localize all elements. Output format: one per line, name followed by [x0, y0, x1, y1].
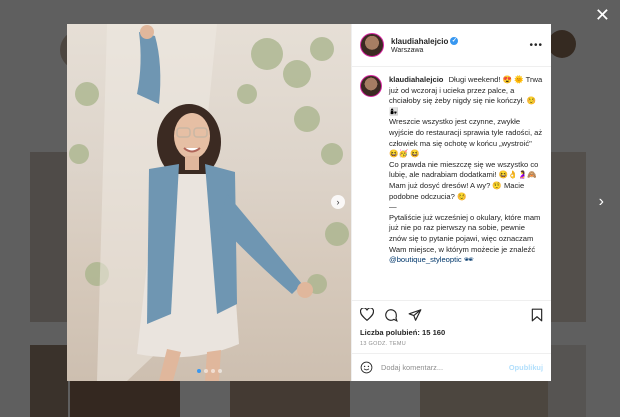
- caption-mention-link[interactable]: @boutique_styleoptic 🕶: [389, 255, 543, 266]
- caption-username[interactable]: klaudiahalejcio: [389, 75, 443, 84]
- close-icon[interactable]: ✕: [595, 6, 610, 24]
- next-post-arrow-icon[interactable]: ›: [599, 193, 604, 211]
- post-location[interactable]: Warszawa: [391, 47, 529, 54]
- author-username[interactable]: klaudiahalejcio: [391, 37, 448, 46]
- post-header: klaudiahalejcio ✓ Warszawa •••: [352, 24, 551, 67]
- carousel-dot: [211, 369, 215, 373]
- caption-divider: —: [389, 202, 397, 212]
- caption-avatar[interactable]: [360, 75, 382, 97]
- comment-bar: Opublikuj: [352, 353, 551, 381]
- post-modal: › klaudiahalejcio ✓ Warszawa ••• klaudia…: [67, 24, 551, 381]
- carousel-indicator: [197, 369, 222, 373]
- post-photo-illustration: [69, 24, 349, 381]
- post-timestamp[interactable]: 13 GODZ. TEMU: [352, 337, 551, 353]
- carousel-dot: [218, 369, 222, 373]
- heart-icon[interactable]: [360, 308, 374, 321]
- emoji-icon[interactable]: [360, 361, 373, 374]
- carousel-next-icon[interactable]: ›: [331, 195, 345, 209]
- post-photo[interactable]: ›: [67, 24, 351, 381]
- publish-button[interactable]: Opublikuj: [509, 363, 543, 372]
- author-avatar[interactable]: [360, 33, 384, 57]
- post-sidebar: klaudiahalejcio ✓ Warszawa ••• klaudiaha…: [351, 24, 551, 381]
- post-caption: klaudiahalejcio Długi weekend! 😍 🌞 Trwa …: [352, 67, 551, 300]
- carousel-dot: [204, 369, 208, 373]
- comment-input[interactable]: [381, 363, 501, 372]
- comment-icon[interactable]: [384, 308, 398, 322]
- carousel-dot: [197, 369, 201, 373]
- bookmark-icon[interactable]: [531, 308, 543, 322]
- caption-paragraph: Pytaliście już wcześniej o okulary, któr…: [389, 212, 541, 254]
- caption-text: klaudiahalejcio Długi weekend! 😍 🌞 Trwa …: [389, 75, 543, 300]
- caption-paragraph: Co prawda nie mieszczę się we wszystko c…: [389, 159, 539, 201]
- share-icon[interactable]: [408, 308, 422, 322]
- verified-icon: ✓: [450, 37, 459, 45]
- caption-paragraph: Wreszcie wszystko jest czynne, zwykłe wy…: [389, 117, 543, 159]
- more-options-icon[interactable]: •••: [529, 40, 543, 51]
- likes-count[interactable]: Liczba polubień: 15 160: [352, 328, 551, 337]
- post-actions: [352, 300, 551, 328]
